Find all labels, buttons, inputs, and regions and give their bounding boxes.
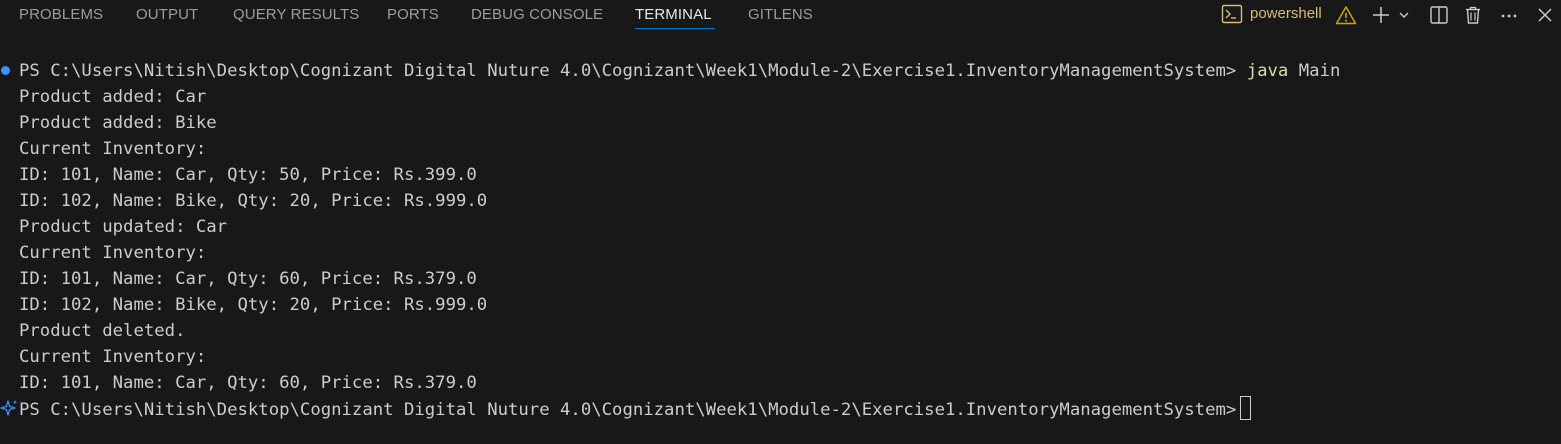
terminal-shell-name[interactable]: powershell (1250, 5, 1322, 23)
output-line: Current Inventory: (19, 139, 207, 159)
tab-gitlens[interactable]: GITLENS (748, 6, 813, 24)
ellipsis-icon[interactable] (1497, 3, 1521, 27)
tab-debug-console[interactable]: DEBUG CONSOLE (471, 6, 603, 24)
output-line: Product added: Bike (19, 113, 217, 133)
tab-problems[interactable]: PROBLEMS (19, 6, 103, 24)
terminal-cursor (1240, 396, 1252, 420)
tab-query-results[interactable]: QUERY RESULTS (233, 6, 359, 24)
close-icon[interactable] (1534, 3, 1556, 27)
split-terminal-icon[interactable] (1428, 3, 1450, 27)
sparkle-icon[interactable] (0, 398, 18, 423)
tab-ports[interactable]: PORTS (387, 6, 439, 24)
prompt-path: PS C:\Users\Nitish\Desktop\Cognizant Dig… (19, 61, 1237, 81)
output-line: Current Inventory: (19, 243, 207, 263)
terminal-powershell-icon[interactable] (1220, 3, 1244, 25)
active-tab-indicator (635, 28, 715, 29)
warning-icon[interactable] (1334, 3, 1358, 27)
output-line: ID: 101, Name: Car, Qty: 60, Price: Rs.3… (19, 373, 477, 393)
output-line: Product added: Car (19, 87, 207, 107)
output-line: ID: 101, Name: Car, Qty: 60, Price: Rs.3… (19, 269, 477, 289)
panel-tab-bar: PROBLEMS OUTPUT QUERY RESULTS PORTS DEBU… (0, 0, 1561, 32)
output-line: ID: 102, Name: Bike, Qty: 20, Price: Rs.… (19, 295, 488, 315)
output-line: Current Inventory: (19, 347, 207, 367)
final-prompt-line: PS C:\Users\Nitish\Desktop\Cognizant Dig… (19, 396, 1252, 422)
prompt-line: PS C:\Users\Nitish\Desktop\Cognizant Dig… (19, 58, 1340, 84)
tab-terminal[interactable]: TERMINAL (635, 6, 712, 24)
output-line: ID: 101, Name: Car, Qty: 50, Price: Rs.3… (19, 165, 477, 185)
output-line: ID: 102, Name: Bike, Qty: 20, Price: Rs.… (19, 191, 488, 211)
plus-icon[interactable] (1370, 3, 1392, 27)
final-prompt-path: PS C:\Users\Nitish\Desktop\Cognizant Dig… (19, 400, 1237, 420)
trash-icon[interactable] (1462, 3, 1484, 27)
chevron-down-icon[interactable] (1396, 3, 1412, 27)
output-line: Product updated: Car (19, 217, 228, 237)
command-success-decoration[interactable] (1, 66, 10, 75)
command-arg: Main (1298, 61, 1341, 81)
output-line: Product deleted. (19, 321, 186, 341)
command-keyword: java (1246, 61, 1289, 81)
tab-output[interactable]: OUTPUT (136, 6, 198, 24)
